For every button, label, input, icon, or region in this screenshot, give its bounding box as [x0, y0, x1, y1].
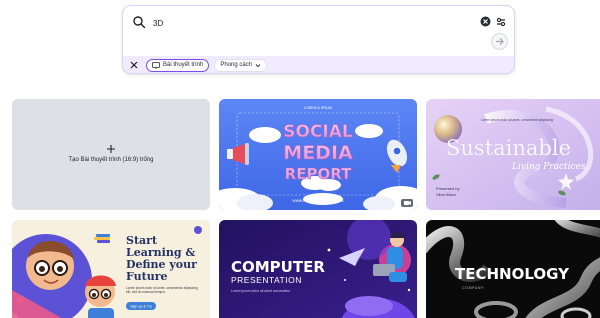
style-dropdown-label: Phong cách — [220, 62, 253, 68]
search-input[interactable] — [153, 15, 453, 31]
chevron-down-icon — [255, 63, 261, 67]
presentation-icon — [152, 61, 160, 69]
social-title-line-3: REPORT — [285, 165, 352, 183]
learn-body: Lorem ipsum dolor sit amet, consectetur … — [126, 286, 198, 294]
close-icon — [130, 61, 138, 69]
computer-subtitle: PRESENTATION — [231, 275, 302, 285]
chip-presentation-label: Bài thuyết trình — [163, 62, 204, 68]
video-badge-icon — [401, 199, 413, 207]
template-computer-presentation[interactable]: COMPUTER PRESENTATION Lorem ipsum dolor … — [219, 220, 417, 318]
chip-presentation[interactable]: Bài thuyết trình — [146, 58, 210, 72]
sliders-icon — [496, 17, 506, 27]
page: Bài thuyết trình Phong cách Tạo Bài thuy… — [0, 0, 600, 318]
search-panel: Bài thuyết trình Phong cách — [122, 5, 515, 74]
tech-subtitle: COMPANY — [462, 286, 484, 290]
learn-title-line-4: Future — [126, 270, 168, 283]
computer-title: COMPUTER — [231, 258, 325, 276]
clear-icon — [480, 16, 491, 27]
search-icon — [132, 15, 146, 29]
tech-title: TECHNOLOGY — [455, 265, 570, 283]
computer-caption: Lorem ipsum dolor sit amet consectetur — [231, 289, 291, 293]
sustain-presenter-name: Olivia Wilson — [436, 193, 456, 197]
template-technology-company[interactable]: TECHNOLOGY COMPANY — [426, 220, 600, 318]
blank-tile-label: Tạo Bài thuyết trình (16:9) trống — [68, 157, 154, 163]
arrow-right-icon — [496, 38, 504, 45]
template-start-learning[interactable]: Start Learning & Define your Future Lore… — [12, 220, 210, 318]
sustain-subtitle-top: Lorem ipsum dolor sit amet, consectetur … — [481, 118, 553, 122]
filter-chip-row: Bài thuyết trình Phong cách — [127, 57, 268, 73]
social-title-line-2: MEDIA — [283, 142, 353, 164]
social-title-line-1: SOCIAL — [283, 122, 353, 142]
sustain-title: Sustainable — [446, 136, 571, 160]
template-social-media-report[interactable]: LOREM & IPSUM SOCIAL MEDIA REPORT WWW.RE… — [219, 99, 417, 210]
submit-search-button[interactable] — [491, 33, 508, 50]
sustain-presenter-label: Presented by — [436, 186, 460, 191]
create-blank-presentation-tile[interactable]: Tạo Bài thuyết trình (16:9) trống — [12, 99, 210, 210]
social-url: WWW.REALLYGREATSITE.COM — [293, 199, 344, 203]
clear-filters-button[interactable] — [127, 58, 141, 72]
filter-settings-button[interactable] — [494, 15, 508, 29]
clear-search-button[interactable] — [479, 15, 492, 28]
search-box — [123, 6, 514, 56]
sustain-script-line: Living Practices — [511, 162, 586, 172]
plus-icon — [107, 145, 115, 153]
social-top-caption: LOREM & IPSUM — [304, 106, 332, 110]
learn-button-label: Sign up & Try — [130, 304, 152, 308]
style-dropdown[interactable]: Phong cách — [214, 58, 268, 72]
template-sustainable-living[interactable]: Lorem ipsum dolor sit amet, consectetur … — [426, 99, 600, 210]
